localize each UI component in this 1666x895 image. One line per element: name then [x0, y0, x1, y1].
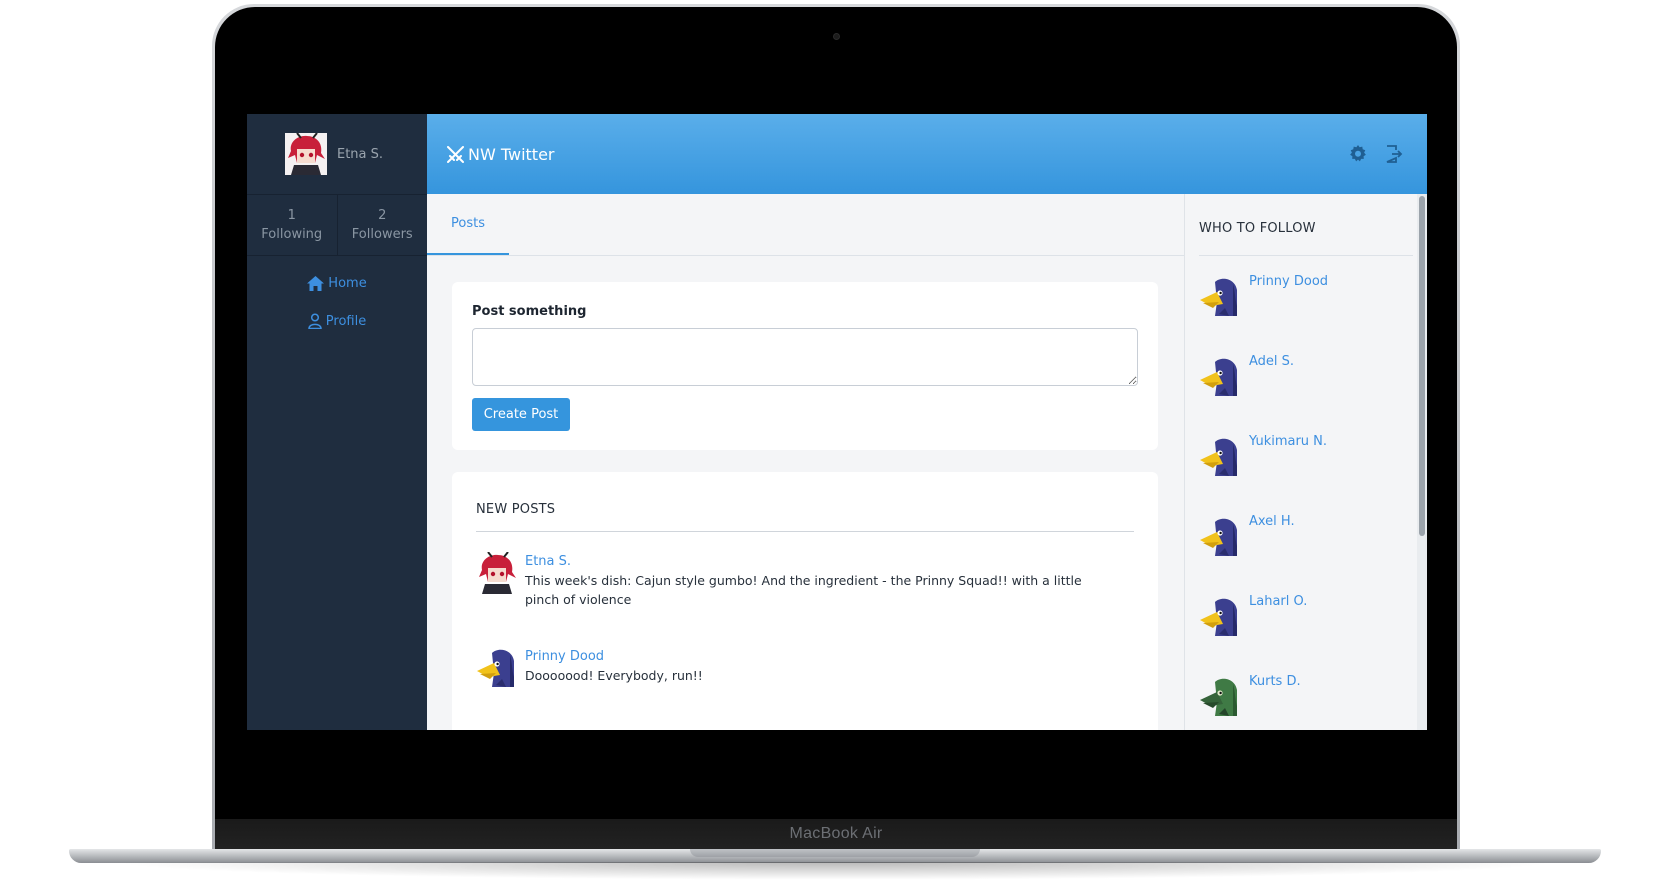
follow-suggestion: Prinny Dood — [1199, 256, 1413, 336]
who-to-follow-panel: WHO TO FOLLOW Prinny Dood Adel S. Yukima… — [1185, 194, 1427, 730]
following-label: Following — [261, 227, 323, 242]
app-screen: Etna S. 1 Following 2 Followers Home Pro… — [247, 114, 1427, 730]
prinny-avatar[interactable] — [1199, 356, 1241, 398]
following-stat[interactable]: 1 Following — [247, 195, 338, 255]
follow-suggestion: Kurts D. — [1199, 656, 1413, 730]
green-prinny-avatar[interactable] — [1199, 676, 1241, 718]
follow-suggestion: Adel S. — [1199, 336, 1413, 416]
laptop-mockup: Etna S. 1 Following 2 Followers Home Pro… — [0, 0, 1666, 895]
device-label: MacBook Air — [789, 825, 883, 842]
prinny-avatar[interactable] — [1199, 516, 1241, 558]
sidebar-item-label: Home — [328, 275, 367, 291]
page-body: Posts Post something Create Post NEW POS… — [427, 194, 1427, 730]
followers-stat[interactable]: 2 Followers — [338, 195, 428, 255]
prinny-avatar[interactable] — [476, 647, 518, 689]
follow-user-link[interactable]: Kurts D. — [1249, 674, 1301, 689]
post-item: Prinny Dood Dooooood! Everybody, run!! — [476, 647, 1134, 689]
follow-user-link[interactable]: Yukimaru N. — [1249, 434, 1327, 449]
post-author-link[interactable]: Etna S. — [525, 552, 1095, 571]
follow-suggestion: Yukimaru N. — [1199, 416, 1413, 496]
follow-suggestion: Axel H. — [1199, 496, 1413, 576]
app-title: NW Twitter — [468, 144, 555, 164]
follow-suggestion: Laharl O. — [1199, 576, 1413, 656]
user-icon — [308, 313, 322, 329]
sidebar-item-home[interactable]: Home — [247, 264, 427, 302]
sidebar-item-label: Profile — [325, 313, 367, 329]
sidebar-user-name: Etna S. — [337, 146, 384, 162]
sidebar-stats: 1 Following 2 Followers — [247, 195, 427, 256]
who-to-follow-heading: WHO TO FOLLOW — [1199, 194, 1413, 256]
sidebar-nav: Home Profile — [247, 256, 427, 340]
main-area: NW Twitter Posts Post something Create P… — [427, 114, 1427, 730]
prinny-avatar[interactable] — [1199, 596, 1241, 638]
content-column: Posts Post something Create Post NEW POS… — [427, 194, 1185, 730]
scrollbar-thumb[interactable] — [1419, 196, 1425, 536]
prinny-avatar[interactable] — [1199, 276, 1241, 318]
following-count: 1 — [287, 208, 296, 223]
followers-label: Followers — [351, 227, 413, 242]
left-sidebar: Etna S. 1 Following 2 Followers Home Pro… — [247, 114, 427, 730]
compose-card: Post something Create Post — [452, 282, 1158, 450]
camera-icon — [833, 33, 840, 40]
follow-user-link[interactable]: Prinny Dood — [1249, 274, 1328, 289]
create-post-button[interactable]: Create Post — [472, 398, 570, 431]
logout-icon — [1386, 145, 1403, 163]
follow-user-link[interactable]: Laharl O. — [1249, 594, 1307, 609]
brand[interactable]: NW Twitter — [447, 145, 555, 164]
post-text: This week's dish: Cajun style gumbo! And… — [525, 573, 1082, 607]
follow-user-link[interactable]: Adel S. — [1249, 354, 1294, 369]
post-text: Dooooood! Everybody, run!! — [525, 668, 703, 683]
post-author-link[interactable]: Prinny Dood — [525, 647, 703, 666]
sidebar-user[interactable]: Etna S. — [247, 114, 427, 195]
scrollbar[interactable] — [1417, 194, 1427, 730]
followers-count: 2 — [378, 208, 387, 223]
header-actions — [1349, 145, 1403, 163]
prinny-avatar[interactable] — [1199, 436, 1241, 478]
new-posts-heading: NEW POSTS — [476, 502, 1134, 532]
laptop-chin: MacBook Air — [215, 819, 1457, 849]
tab-bar: Posts — [427, 194, 1184, 256]
sidebar-item-profile[interactable]: Profile — [247, 302, 427, 340]
laptop-shadow — [110, 862, 1560, 880]
compose-label: Post something — [472, 304, 587, 319]
etna-avatar[interactable] — [476, 552, 518, 594]
new-posts-card: NEW POSTS Etna S. This week's dish: Caju… — [452, 472, 1158, 730]
logout-button[interactable] — [1385, 145, 1403, 163]
tab-posts[interactable]: Posts — [427, 194, 509, 255]
etna-avatar — [285, 133, 327, 175]
post-input[interactable] — [472, 328, 1138, 386]
home-icon — [307, 275, 325, 291]
settings-button[interactable] — [1349, 145, 1367, 163]
top-bar: NW Twitter — [427, 114, 1427, 194]
gear-icon — [1350, 145, 1366, 162]
swords-icon — [447, 145, 464, 163]
post-item: Etna S. This week's dish: Cajun style gu… — [476, 552, 1134, 609]
laptop-base-notch — [690, 849, 980, 857]
follow-user-link[interactable]: Axel H. — [1249, 514, 1295, 529]
